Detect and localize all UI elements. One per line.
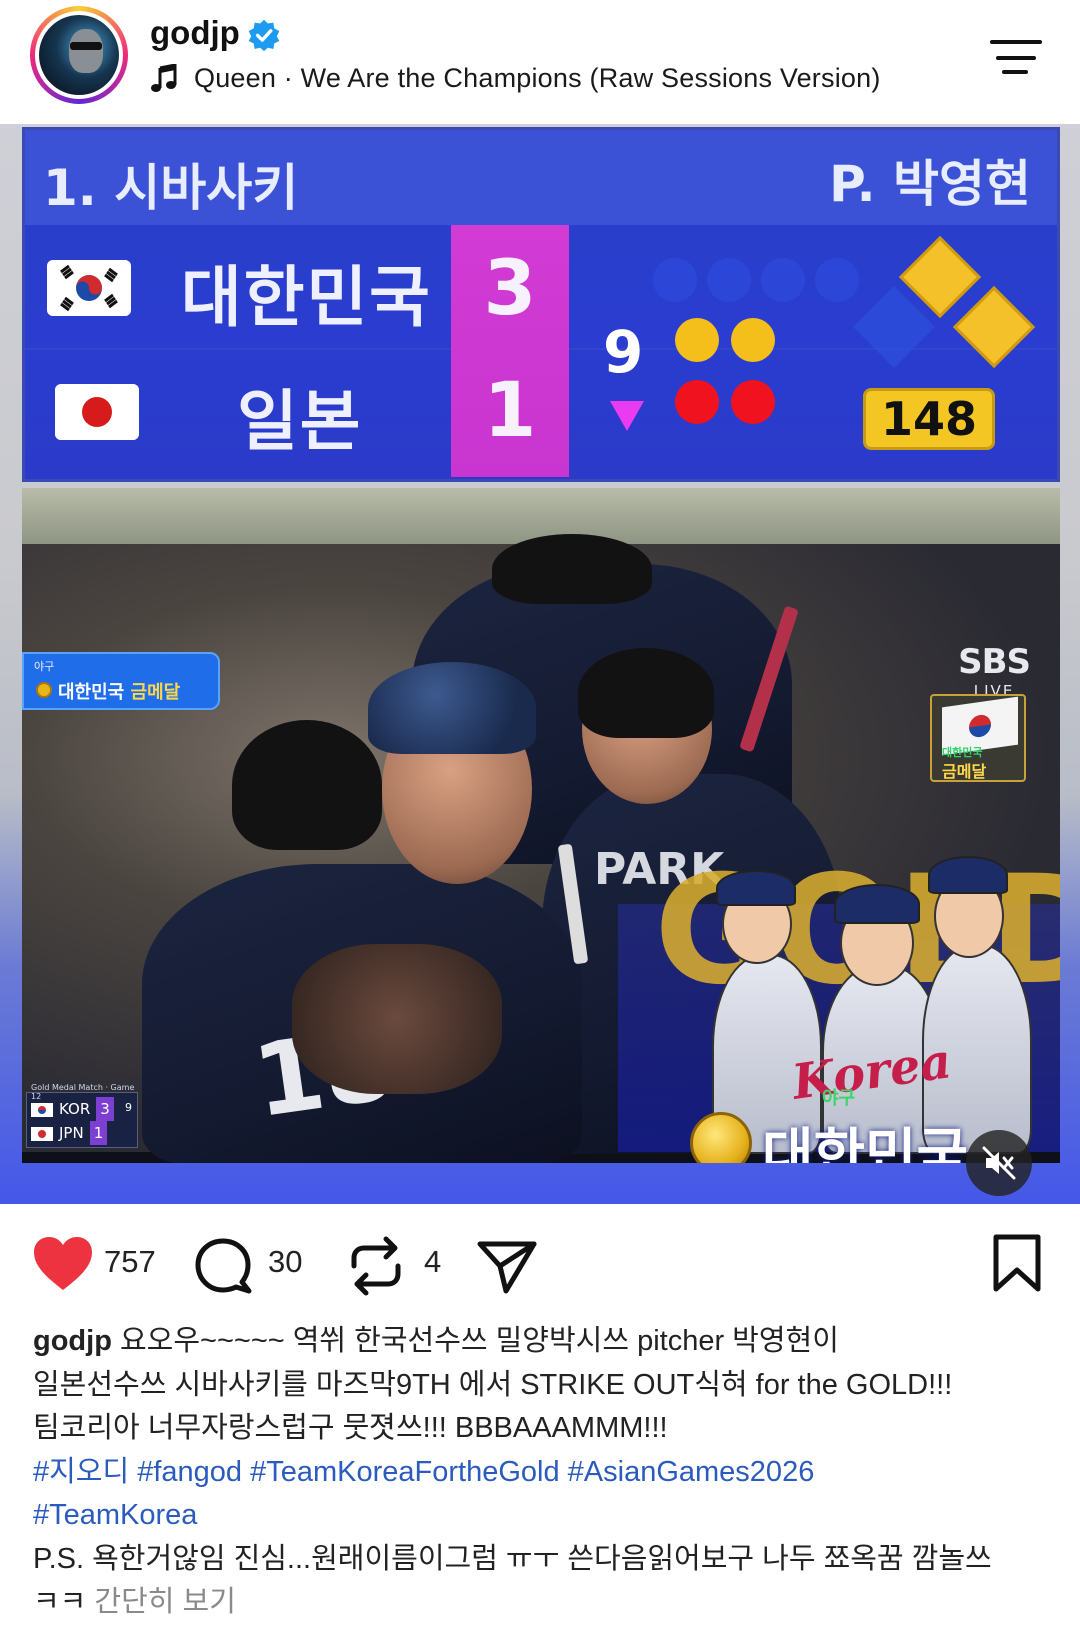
- ball-indicator: [675, 318, 719, 362]
- medal-icon: [36, 682, 52, 698]
- network-name: SBS: [958, 642, 1031, 682]
- caption-line: 일본선수쓰 시바사키를 마즈막9TH 에서 STRIKE OUT식혀 for t…: [33, 1368, 953, 1401]
- home-team: 대한민국: [181, 259, 432, 336]
- korea-flag-icon: [47, 260, 131, 316]
- mini-away-score: 1: [89, 1121, 108, 1145]
- hashtags[interactable]: #TeamKorea: [33, 1494, 1053, 1538]
- mute-icon[interactable]: [966, 1130, 1032, 1196]
- tv-broadcast: PARK 18 야구 대한민국 금메달 SBS LIVE: [22, 488, 1060, 1163]
- strike-indicator: [731, 380, 775, 424]
- away-team: 일본: [237, 383, 363, 460]
- caption-text: 요오우~~~~~ 역쒸 한국선수쓰 밀양박시쓰 pitcher 박영현이: [111, 1325, 839, 1357]
- home-score: 3: [483, 243, 537, 332]
- music-note-icon: [151, 64, 177, 92]
- away-score: 1: [483, 365, 537, 454]
- menu-button[interactable]: [990, 38, 1046, 74]
- first-base: [952, 285, 1036, 369]
- share-icon[interactable]: [476, 1240, 538, 1294]
- gold-medal-card: 대한민국 금메달: [930, 694, 1026, 782]
- mini-home-team: KOR: [59, 1100, 91, 1118]
- out-indicator: [707, 258, 751, 302]
- heart-icon[interactable]: [32, 1236, 94, 1292]
- inning-number: 9: [603, 318, 644, 386]
- badge-country: 대한민국: [58, 682, 125, 703]
- caption-line: ㅋㅋ 간단히 보기: [33, 1581, 1053, 1625]
- caption-line: godjp 요오우~~~~~ 역쒸 한국선수쓰 밀양박시쓰 pitcher 박영…: [33, 1320, 1053, 1364]
- show-less-link[interactable]: 간단히 보기: [94, 1586, 235, 1618]
- bookmark-icon[interactable]: [992, 1234, 1042, 1292]
- badge-medal: 금메달: [130, 682, 181, 703]
- caption-line: 팀코리아 너무자랑스럽구 뭇졋쓰!!! BBBAAAMMM!!!: [33, 1412, 668, 1444]
- avatar[interactable]: [30, 6, 128, 104]
- network-logo: SBS LIVE: [958, 642, 1031, 700]
- mini-home-score: 3: [96, 1097, 114, 1121]
- caption-line: P.S. 욕한거않임 진심...원래이름이그럼 ㅠㅜ 쓴다음읽어보구 나두 쬬옥…: [33, 1542, 992, 1575]
- menu-icon: [990, 40, 1042, 44]
- strike-indicator: [675, 380, 719, 424]
- mini-inning: 9: [125, 1101, 132, 1114]
- hashtags[interactable]: #지오디 #fangod #TeamKoreaFortheGold #Asian…: [33, 1451, 1053, 1495]
- ball-indicator: [731, 318, 775, 362]
- like-count[interactable]: 757: [104, 1244, 156, 1280]
- post-header: godjp Queen · We Are the Champions (Raw …: [0, 0, 1080, 124]
- promo-country: 대한민국: [762, 1123, 969, 1163]
- username[interactable]: godjp: [150, 14, 240, 52]
- repost-icon[interactable]: [348, 1236, 404, 1296]
- post-caption: godjp 요오우~~~~~ 역쒸 한국선수쓰 밀양박시쓰 pitcher 박영…: [33, 1320, 1053, 1625]
- comment-icon[interactable]: [194, 1238, 252, 1294]
- inning-bottom-arrow-icon: [610, 401, 644, 431]
- mini-row-home: KOR 3: [31, 1097, 135, 1121]
- promo-sport: 야구: [822, 1088, 856, 1109]
- score-column: 3 1: [451, 225, 569, 477]
- badge-title: 대한민국 금메달: [58, 678, 180, 704]
- scoreboard: 1. 시바사키 P. 박영현 대한민국 일본 3 1 9 148: [22, 127, 1060, 482]
- mini-row-away: JPN 1: [31, 1121, 135, 1145]
- action-bar: 757 30 4: [0, 1204, 1080, 1324]
- badge-sport: 야구: [34, 660, 55, 673]
- post-media[interactable]: 1. 시바사키 P. 박영현 대한민국 일본 3 1 9 148 PARK 야구…: [0, 124, 1080, 1204]
- japan-flag-icon: [55, 384, 139, 440]
- card-medal: 금메달: [942, 762, 987, 781]
- verified-badge-icon: [248, 19, 280, 52]
- caption-username[interactable]: godjp: [33, 1325, 112, 1357]
- song-title[interactable]: Queen · We Are the Champions (Raw Sessio…: [194, 63, 881, 94]
- caption-text: ㅋㅋ: [33, 1586, 95, 1618]
- out-indicator: [761, 258, 805, 302]
- mini-scorebug: Gold Medal Match · Game 12 KOR 3 JPN 1 9: [26, 1083, 138, 1148]
- pitcher-name: P. 박영현: [829, 155, 1031, 213]
- game-badge: 야구 대한민국 금메달: [22, 652, 220, 710]
- out-indicator: [653, 258, 697, 302]
- mini-away-team: JPN: [59, 1124, 84, 1142]
- repost-count[interactable]: 4: [424, 1244, 441, 1280]
- out-indicator: [815, 258, 859, 302]
- broadcast-screen: PARK 18 야구 대한민국 금메달 SBS LIVE: [22, 534, 1060, 1163]
- batter-name: 1. 시바사키: [43, 159, 299, 217]
- comment-count[interactable]: 30: [268, 1244, 302, 1280]
- pitch-speed: 148: [863, 388, 995, 450]
